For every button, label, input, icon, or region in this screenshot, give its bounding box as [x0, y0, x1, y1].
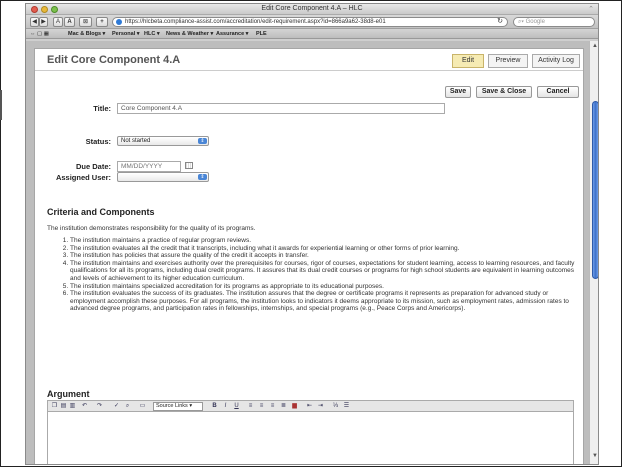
panel-header: Edit Core Component 4.A Edit Preview Act… — [35, 49, 583, 71]
window-title: Edit Core Component 4.A – HLC — [261, 5, 363, 12]
address-bar[interactable]: https://hlcbeta.compliance-assist.com/ac… — [112, 17, 508, 27]
bold-icon[interactable]: B — [211, 403, 218, 410]
scroll-up-icon[interactable]: ▲ — [592, 43, 598, 49]
edit-panel: Edit Core Component 4.A Edit Preview Act… — [34, 48, 584, 464]
resize-toggle-icon[interactable]: ⌃ — [588, 5, 594, 13]
outdent-icon[interactable]: ⇤ — [306, 403, 313, 410]
save-close-button[interactable]: Save & Close — [476, 86, 532, 98]
due-date-field[interactable] — [117, 161, 181, 172]
page-content: Edit Core Component 4.A Edit Preview Act… — [26, 41, 589, 464]
page-title: Edit Core Component 4.A — [47, 54, 181, 66]
page-scrollbar[interactable]: ▲ ▼ — [589, 41, 598, 464]
align-right-icon[interactable]: ≡ — [269, 403, 276, 410]
site-security-icon — [116, 19, 122, 25]
bookmarks-bar: ⇔ ▢ ▦ Mac & Blogs ▾ Personal ▾ HLC ▾ New… — [26, 29, 598, 39]
browser-window: Edit Core Component 4.A – HLC ⌃ ◀ ▶ A A … — [25, 3, 599, 465]
spellcheck-icon[interactable]: ✓ — [113, 403, 120, 410]
tab-activity-log[interactable]: Activity Log — [532, 54, 580, 68]
margin-marker — [0, 90, 2, 120]
align-center-icon[interactable]: ≡ — [258, 403, 265, 410]
search-input[interactable]: ⌕▾ Google — [513, 17, 595, 27]
criteria-item: The institution maintains and exercises … — [70, 260, 575, 283]
status-select[interactable]: Not started ⇕ — [117, 136, 209, 146]
criteria-list: The institution maintains a practice of … — [60, 237, 575, 313]
tab-preview[interactable]: Preview — [488, 54, 528, 68]
chevron-updown-icon: ⇕ — [198, 174, 207, 180]
find-icon[interactable]: ⌕ — [124, 403, 131, 410]
source-links-select[interactable]: Source Links ▾ — [153, 402, 203, 411]
text-color-icon[interactable]: ▆ — [291, 403, 298, 410]
argument-heading: Argument — [47, 389, 90, 399]
calendar-icon[interactable] — [185, 162, 193, 169]
bookmark-mac-blogs[interactable]: Mac & Blogs ▾ — [68, 29, 105, 39]
forward-icon[interactable]: ▶ — [39, 17, 48, 27]
status-selected-value: Not started — [121, 138, 151, 144]
search-icon: ⌕▾ — [518, 19, 526, 25]
status-label: Status: — [85, 137, 111, 146]
tab-edit[interactable]: Edit — [452, 54, 484, 68]
scroll-down-icon[interactable]: ▼ — [592, 453, 598, 459]
bookmark-assurance[interactable]: Assurance ▾ — [216, 29, 248, 39]
undo-icon[interactable]: ↶ — [81, 403, 88, 410]
criteria-intro: The institution demonstrates responsibil… — [47, 225, 256, 232]
indent-icon[interactable]: ⇥ — [317, 403, 324, 410]
bookmark-hlc[interactable]: HLC ▾ — [144, 29, 160, 39]
bookmark-personal[interactable]: Personal ▾ — [112, 29, 140, 39]
add-bookmark-icon[interactable]: + — [96, 17, 108, 27]
bookmark-ple[interactable]: PLE — [256, 29, 267, 39]
rich-text-toolbar: ❐ ▤ ▥ ↶ ↷ ✓ ⌕ ▭ Source Links ▾ B I U ≡ ≡… — [47, 400, 574, 412]
italic-icon[interactable]: I — [222, 403, 229, 410]
criteria-item: The institution maintains specialized ac… — [70, 283, 575, 291]
chevron-updown-icon: ⇕ — [198, 138, 207, 144]
assigned-user-label: Assigned User: — [55, 173, 111, 182]
align-left-icon[interactable]: ≡ — [247, 403, 254, 410]
due-date-label: Due Date: — [75, 162, 111, 171]
scroll-thumb[interactable] — [592, 101, 598, 279]
criteria-heading: Criteria and Components — [47, 207, 155, 217]
snapback-icon[interactable]: ⊠ — [79, 17, 92, 27]
search-placeholder: Google — [525, 19, 545, 25]
argument-editor[interactable] — [47, 412, 574, 464]
criteria-item: The institution evaluates the success of… — [70, 290, 575, 313]
title-label: Title: — [93, 104, 111, 113]
text-smaller-icon[interactable]: A — [53, 17, 63, 27]
bulleted-list-icon[interactable]: ☰ — [343, 403, 350, 410]
criteria-item: The institution evaluates all the credit… — [70, 245, 575, 253]
title-field[interactable]: Core Component 4.A — [117, 103, 445, 114]
cancel-button[interactable]: Cancel — [537, 86, 579, 98]
address-text: https://hlcbeta.compliance-assist.com/ac… — [125, 19, 386, 25]
browser-toolbar: ◀ ▶ A A ⊠ + https://hlcbeta.compliance-a… — [26, 15, 598, 29]
redo-icon[interactable]: ↷ — [96, 403, 103, 410]
insert-table-icon[interactable]: ▭ — [139, 403, 146, 410]
reload-icon[interactable]: ↻ — [497, 18, 503, 26]
assigned-user-select[interactable]: ⇕ — [117, 172, 209, 182]
paste-icon[interactable]: ▤ — [60, 403, 67, 410]
source-links-label: Source Links — [156, 403, 188, 409]
bookmark-news-weather[interactable]: News & Weather ▾ — [166, 29, 213, 39]
save-button[interactable]: Save — [445, 86, 471, 98]
paste-word-icon[interactable]: ▥ — [69, 403, 76, 410]
reading-list-icon[interactable]: ⇔ ▢ ▦ — [30, 29, 49, 39]
criteria-item: The institution has policies that assure… — [70, 252, 575, 260]
numbered-list-icon[interactable]: ⅓ — [332, 403, 339, 410]
criteria-item: The institution maintains a practice of … — [70, 237, 575, 245]
underline-icon[interactable]: U — [233, 403, 240, 410]
text-larger-icon[interactable]: A — [64, 17, 75, 27]
justify-icon[interactable]: ≣ — [280, 403, 287, 410]
copy-icon[interactable]: ❐ — [51, 403, 58, 410]
window-titlebar: Edit Core Component 4.A – HLC ⌃ — [26, 4, 598, 15]
back-icon[interactable]: ◀ — [30, 17, 39, 27]
